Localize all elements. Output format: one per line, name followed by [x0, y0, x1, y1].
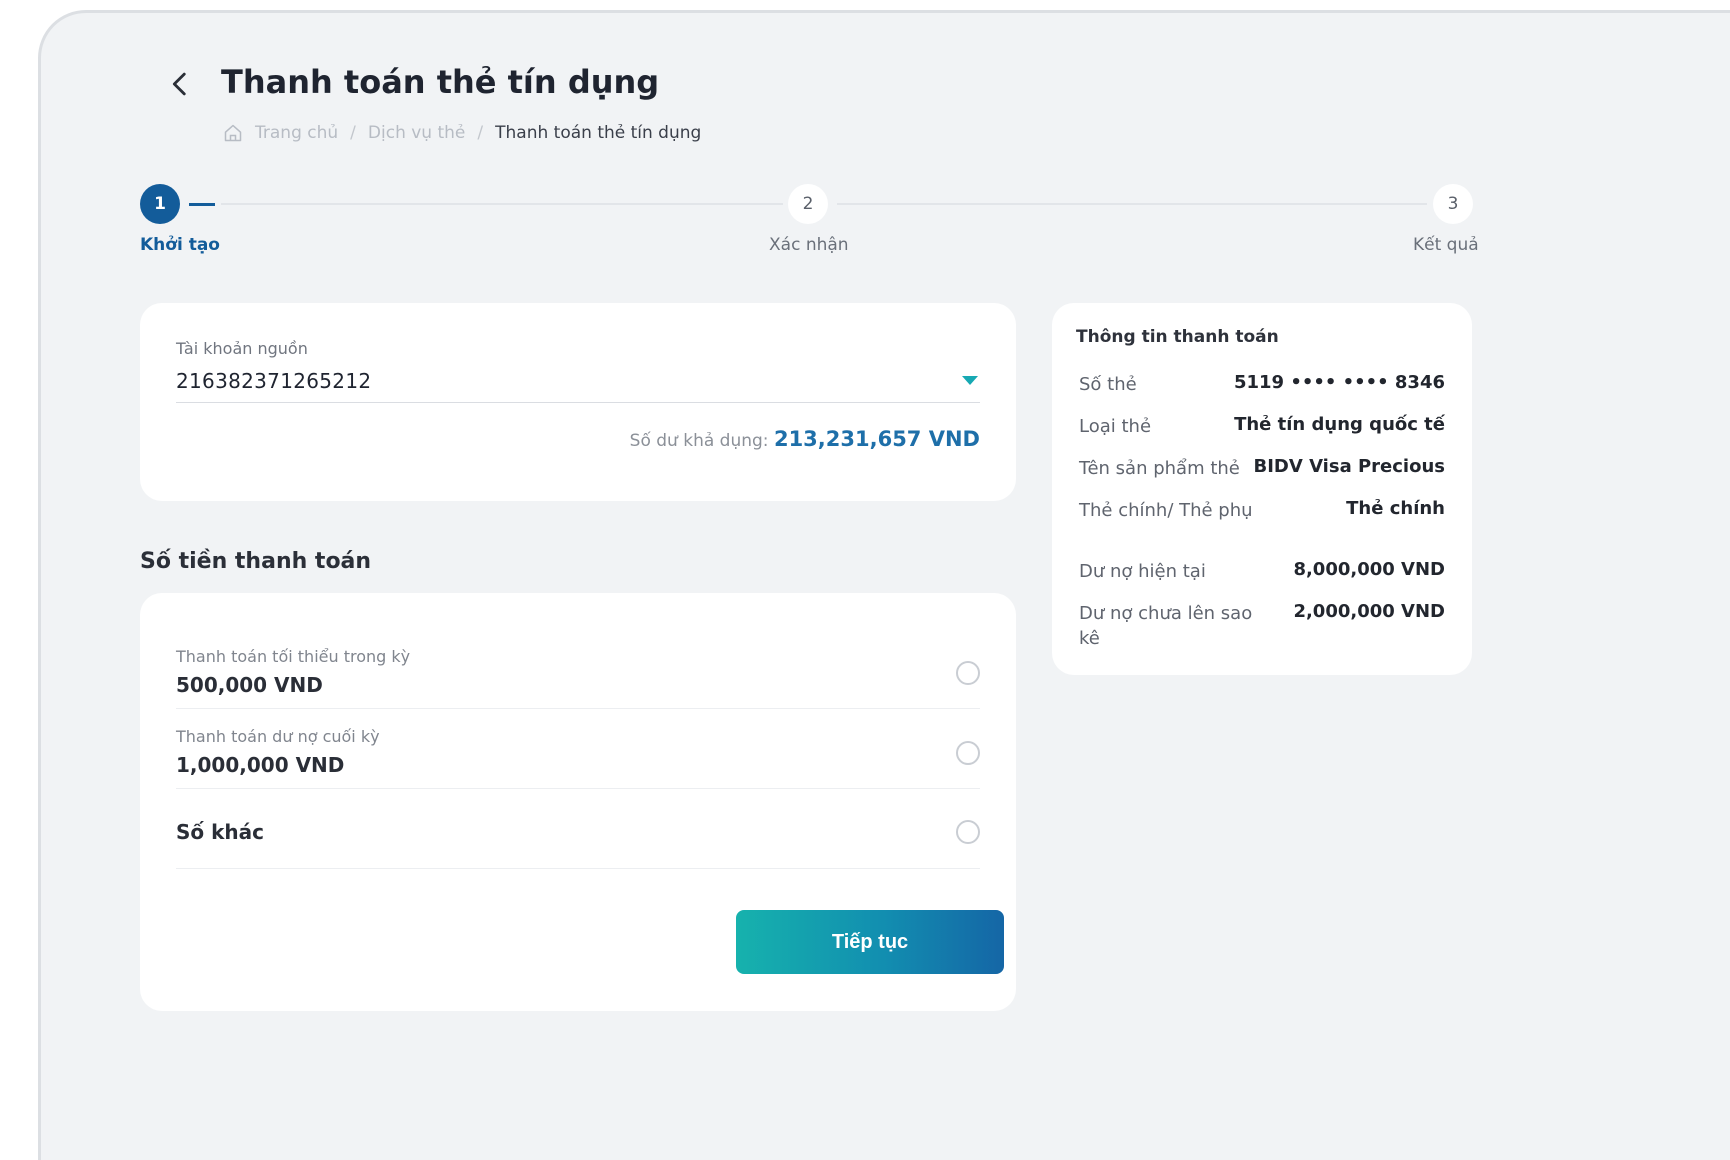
- card-product-label: Tên sản phẩm thẻ: [1079, 458, 1240, 479]
- breadcrumb-home[interactable]: Trang chủ: [255, 123, 338, 143]
- option-other-amount[interactable]: Số khác: [176, 803, 980, 863]
- option-label: Thanh toán dư nợ cuối kỳ: [176, 727, 380, 746]
- card-number-label: Số thẻ: [1079, 374, 1137, 395]
- step-3-label: Kết quả: [1413, 235, 1479, 255]
- radio-statement-balance[interactable]: [956, 741, 980, 765]
- card-kind-label: Thẻ chính/ Thẻ phụ: [1079, 500, 1253, 521]
- option-minimum-payment[interactable]: Thanh toán tối thiểu trong kỳ 500,000 VN…: [176, 641, 980, 709]
- source-account-label: Tài khoản nguồn: [176, 339, 308, 358]
- radio-other-amount[interactable]: [956, 820, 980, 844]
- option-value: Số khác: [176, 820, 264, 844]
- home-icon[interactable]: [223, 123, 243, 143]
- step-progress-line: [189, 203, 215, 206]
- breadcrumb-separator: /: [477, 123, 484, 143]
- payment-info-card: Thông tin thanh toán Số thẻ 5119 •••• ••…: [1052, 303, 1472, 675]
- payment-amount-title: Số tiền thanh toán: [140, 549, 372, 574]
- radio-minimum-payment[interactable]: [956, 661, 980, 685]
- breadcrumb: Trang chủ / Dịch vụ thẻ / Thanh toán thẻ…: [223, 123, 701, 143]
- step-line: [221, 203, 783, 205]
- breadcrumb-card-services[interactable]: Dịch vụ thẻ: [368, 123, 465, 143]
- card-number-value: 5119 •••• •••• 8346: [1233, 372, 1445, 393]
- back-button[interactable]: [163, 67, 197, 101]
- current-debt-label: Dư nợ hiện tại: [1079, 561, 1206, 582]
- unbilled-debt-label: Dư nợ chưa lên sao kê: [1079, 603, 1253, 649]
- source-account-select[interactable]: 216382371265212: [176, 363, 980, 401]
- card-type-value: Thẻ tín dụng quốc tế: [1234, 414, 1445, 435]
- step-1-label: Khởi tạo: [140, 235, 220, 255]
- source-account-card: Tài khoản nguồn 216382371265212 Số dư kh…: [140, 303, 1016, 501]
- option-value: 500,000 VND: [176, 673, 323, 697]
- option-label: Thanh toán tối thiểu trong kỳ: [176, 647, 411, 666]
- step-2-circle: 2: [788, 184, 828, 224]
- step-1-circle: 1: [140, 184, 180, 224]
- divider: [176, 708, 980, 709]
- option-statement-balance[interactable]: Thanh toán dư nợ cuối kỳ 1,000,000 VND: [176, 721, 980, 789]
- page-title: Thanh toán thẻ tín dụng: [221, 63, 660, 101]
- divider: [176, 402, 980, 403]
- card-type-label: Loại thẻ: [1079, 416, 1152, 437]
- card-product-value: BIDV Visa Precious: [1253, 456, 1445, 477]
- card-kind-value: Thẻ chính: [1346, 498, 1445, 519]
- source-account-value: 216382371265212: [176, 369, 372, 393]
- option-value: 1,000,000 VND: [176, 753, 345, 777]
- current-debt-value: 8,000,000 VND: [1293, 559, 1445, 580]
- payment-amount-card: Thanh toán tối thiểu trong kỳ 500,000 VN…: [140, 593, 1016, 1011]
- balance-label: Số dư khả dụng:: [629, 431, 769, 451]
- unbilled-debt-value: 2,000,000 VND: [1293, 601, 1445, 622]
- divider: [176, 788, 980, 789]
- divider: [176, 868, 980, 869]
- breadcrumb-separator: /: [350, 123, 356, 143]
- chevron-left-icon: [172, 72, 186, 96]
- step-2-label: Xác nhận: [769, 235, 849, 255]
- step-3-circle: 3: [1433, 184, 1473, 224]
- payment-info-title: Thông tin thanh toán: [1076, 327, 1279, 347]
- step-line: [837, 203, 1427, 205]
- continue-button[interactable]: Tiếp tục: [736, 910, 1004, 974]
- app-frame: Thanh toán thẻ tín dụng Trang chủ / Dịch…: [38, 10, 1730, 1160]
- breadcrumb-current: Thanh toán thẻ tín dụng: [495, 123, 702, 143]
- caret-down-icon: [962, 376, 978, 385]
- available-balance: Số dư khả dụng: 213,231,657 VND: [630, 427, 980, 451]
- balance-amount: 213,231,657 VND: [773, 427, 980, 451]
